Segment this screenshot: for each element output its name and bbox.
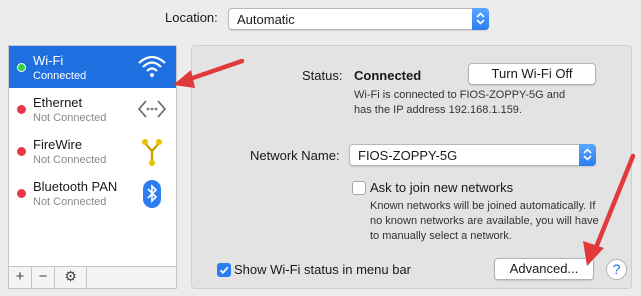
add-label: + <box>15 268 25 285</box>
status-description-line-1: Wi-Fi is connected to FIOS-ZOPPY-5G and <box>354 89 566 101</box>
show-wifi-status-checkbox[interactable] <box>217 263 231 277</box>
add-service-button[interactable]: + <box>9 267 32 288</box>
service-name: Bluetooth PAN <box>33 179 118 194</box>
gear-icon: ⚙ <box>64 268 77 284</box>
network-name-value: FIOS-ZOPPY-5G <box>358 148 458 163</box>
remove-service-button[interactable]: − <box>32 267 55 288</box>
service-name: FireWire <box>33 137 83 152</box>
ask-join-description-line-1: Known networks will be joined automatica… <box>370 200 596 212</box>
service-item-wifi[interactable]: Wi-Fi Connected <box>9 46 176 88</box>
status-label: Status: <box>302 68 343 83</box>
service-list: Wi-Fi Connected Ethernet Not Connected F… <box>8 45 177 267</box>
status-dot <box>17 189 26 198</box>
advanced-button[interactable]: Advanced... <box>494 258 594 280</box>
firewire-icon <box>136 137 168 170</box>
status-dot <box>17 105 26 114</box>
status-value: Connected <box>354 68 422 83</box>
service-status: Not Connected <box>33 196 107 208</box>
service-name: Ethernet <box>33 95 83 110</box>
gear-menu-button[interactable]: ⚙ <box>55 267 87 288</box>
ask-join-checkbox[interactable] <box>352 181 366 195</box>
popup-stepper-icon <box>472 8 489 30</box>
ethernet-icon <box>136 95 168 126</box>
turn-wifi-off-button[interactable]: Turn Wi-Fi Off <box>468 63 596 85</box>
help-button[interactable]: ? <box>606 259 627 280</box>
popup-stepper-icon <box>579 144 596 166</box>
service-item-bluetooth-pan[interactable]: Bluetooth PAN Not Connected <box>9 172 176 214</box>
service-list-toolbar: + − ⚙ <box>8 267 177 289</box>
service-name: Wi-Fi <box>33 53 64 68</box>
ask-join-description-line-2: no known networks are available, you wil… <box>370 215 599 227</box>
checkmark-icon <box>219 266 229 275</box>
service-status: Connected <box>33 70 87 82</box>
status-description-line-2: has the IP address 192.168.1.159. <box>354 104 522 116</box>
service-item-ethernet[interactable]: Ethernet Not Connected <box>9 88 176 130</box>
service-status: Not Connected <box>33 112 107 124</box>
location-popup[interactable]: Automatic <box>228 8 489 30</box>
wifi-icon <box>136 53 168 84</box>
network-name-label: Network Name: <box>250 148 340 163</box>
ask-join-description-line-3: to manually select a network. <box>370 230 512 242</box>
network-name-popup[interactable]: FIOS-ZOPPY-5G <box>349 144 596 166</box>
show-wifi-status-label[interactable]: Show Wi-Fi status in menu bar <box>234 262 411 277</box>
service-status: Not Connected <box>33 154 107 166</box>
status-dot <box>17 147 26 156</box>
location-value: Automatic <box>237 12 295 27</box>
service-item-firewire[interactable]: FireWire Not Connected <box>9 130 176 172</box>
bluetooth-icon <box>136 179 168 212</box>
remove-label: − <box>38 268 48 285</box>
ask-join-label[interactable]: Ask to join new networks <box>370 180 513 195</box>
location-label: Location: <box>165 10 218 25</box>
status-dot <box>17 63 26 72</box>
